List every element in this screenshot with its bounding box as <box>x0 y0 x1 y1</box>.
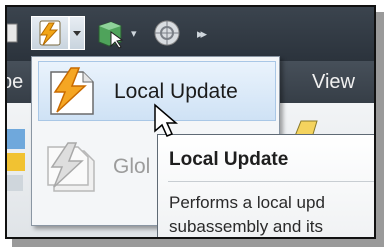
appearance-button[interactable] <box>151 16 183 50</box>
tooltip-divider <box>168 181 374 182</box>
tooltip-title: Local Update <box>169 149 289 170</box>
frame-shadow-bottom <box>12 239 384 247</box>
chevron-down-icon[interactable]: ▾ <box>131 27 137 40</box>
screenshot-frame: ▾ ▸▸ pe View <box>5 5 376 239</box>
update-split-button[interactable] <box>31 16 69 50</box>
tooltip-line: Performs a local upd <box>169 193 325 212</box>
tooltip-line: subassembly and its <box>169 217 324 236</box>
lightning-update-icon <box>39 20 61 46</box>
update-dropdown-arrow[interactable] <box>69 16 85 50</box>
quick-access-toolbar: ▾ ▸▸ <box>7 7 374 61</box>
lightning-update-icon <box>47 142 95 192</box>
menu-item-label: Glol <box>113 155 151 178</box>
tab-view[interactable]: View <box>312 71 355 94</box>
tab-partial-left[interactable]: pe <box>7 71 23 94</box>
overflow-chevron-icon[interactable]: ▸▸ <box>197 26 207 42</box>
lightning-update-icon <box>50 67 94 115</box>
tooltip-description: Performs a local upd subassembly and its <box>169 191 325 237</box>
globe-icon <box>154 20 180 46</box>
tooltip-local-update: Local Update Performs a local upd subass… <box>157 134 374 237</box>
mouse-pointer-icon <box>154 103 179 137</box>
select-component-button[interactable] <box>93 16 127 50</box>
frame-shadow-right <box>376 12 384 246</box>
chevron-down-icon <box>73 31 81 36</box>
partial-toolbar-icon[interactable] <box>7 16 19 50</box>
menu-item-label: Local Update <box>114 80 238 103</box>
cube-select-icon <box>98 21 124 49</box>
